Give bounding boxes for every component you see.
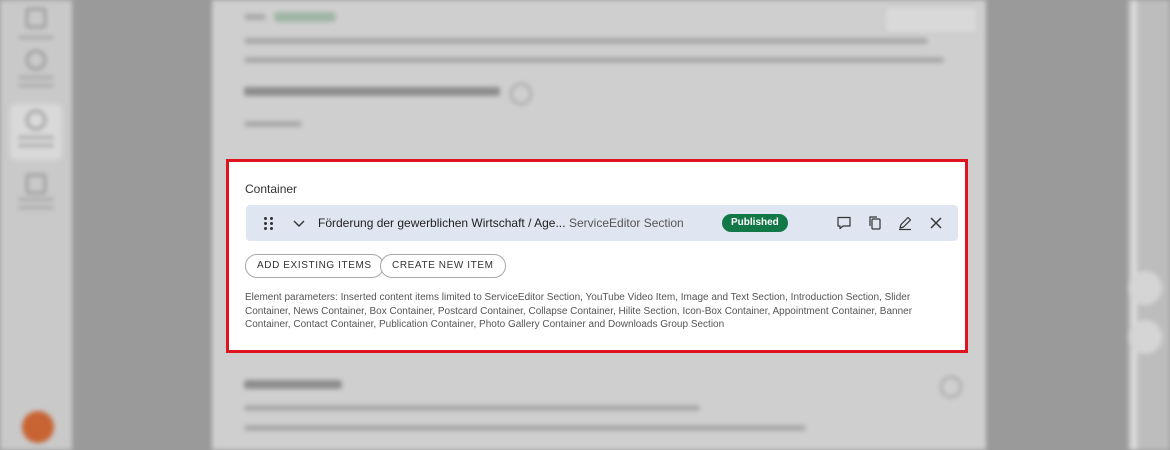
sidebar	[0, 0, 72, 450]
scrollbar-track	[1131, 0, 1137, 450]
blurred-text	[244, 405, 700, 411]
sidebar-item	[10, 44, 62, 100]
blurred-side-button	[1128, 320, 1162, 354]
blurred-icon	[940, 376, 962, 398]
blurred-text	[244, 121, 302, 127]
element-parameters: Element parameters: Inserted content ite…	[245, 292, 913, 331]
nav-icon	[26, 110, 46, 130]
blurred-text	[244, 57, 944, 63]
copy-icon[interactable]	[866, 214, 884, 232]
container-title: Container	[245, 182, 298, 196]
sidebar-item-active	[10, 104, 62, 160]
nav-icon	[26, 174, 46, 194]
nav-line	[18, 84, 54, 87]
blurred-text	[244, 38, 928, 44]
item-type: ServiceEditor Section	[569, 216, 684, 230]
sidebar-item	[10, 168, 62, 224]
chevron-down-icon[interactable]	[292, 216, 306, 228]
comment-icon[interactable]	[835, 214, 853, 232]
close-icon[interactable]	[927, 214, 945, 232]
blurred-heading	[244, 380, 342, 389]
blurred-heading	[244, 87, 500, 96]
status-badge: Published	[722, 214, 788, 232]
nav-line	[18, 136, 54, 139]
create-new-item-button[interactable]: CREATE NEW ITEM	[380, 254, 506, 278]
nav-line	[18, 36, 54, 39]
nav-icon	[26, 50, 46, 70]
item-title[interactable]: Förderung der gewerblichen Wirtschaft / …	[318, 216, 565, 230]
nav-line	[18, 198, 54, 201]
drag-handle-icon[interactable]	[264, 217, 274, 231]
blurred-button	[884, 6, 978, 34]
avatar	[22, 411, 54, 443]
nav-icon	[26, 8, 46, 28]
status-badge-blurred	[274, 12, 336, 22]
add-existing-items-button[interactable]: ADD EXISTING ITEMS	[245, 254, 384, 278]
nav-line	[18, 76, 54, 79]
blurred-text	[244, 14, 266, 20]
container-item-row[interactable]: Förderung der gewerblichen Wirtschaft / …	[246, 205, 958, 241]
container-highlight: Container Förderung der gewerblichen Wir…	[226, 159, 968, 353]
nav-line	[18, 206, 54, 209]
blurred-icon	[510, 83, 532, 105]
blurred-side-button	[1128, 271, 1162, 305]
blurred-text	[244, 425, 806, 431]
edit-icon[interactable]	[896, 214, 914, 232]
nav-line	[18, 144, 54, 147]
